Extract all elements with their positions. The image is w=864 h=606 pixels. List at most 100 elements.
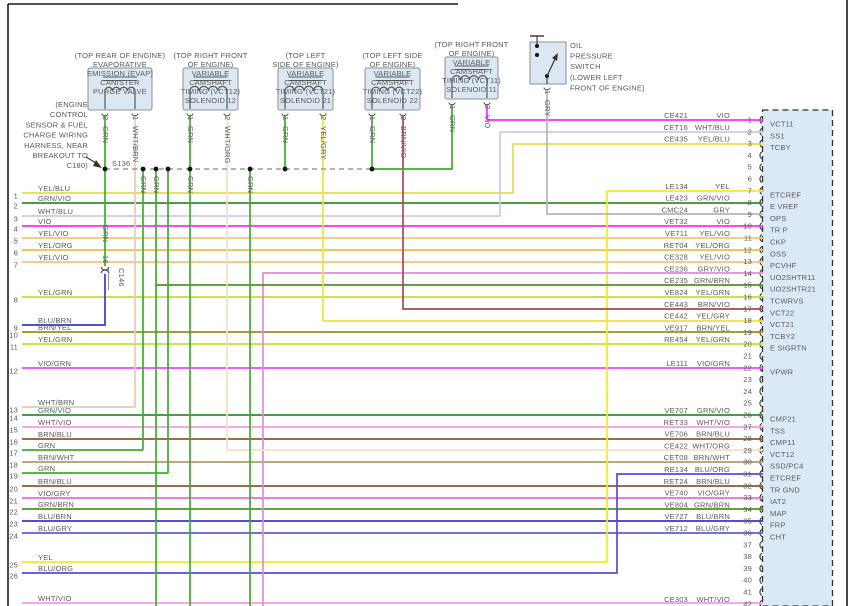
pin-number: 1 xyxy=(748,116,752,125)
left-wire-color-label: GRN xyxy=(38,464,55,473)
component-label-line: CAMSHAFT xyxy=(371,78,414,87)
circuit-id-label: RE454 xyxy=(664,335,688,344)
bus-wire-color-label: GRN xyxy=(139,176,148,193)
circuit-color-label: YEL/VIO xyxy=(699,253,730,262)
left-wire-number: 5 xyxy=(14,237,18,246)
component-label-line: VARIABLE xyxy=(374,69,412,78)
pin-hook-icon xyxy=(759,163,763,172)
component-label-line: (TOP LEFT SIDE xyxy=(362,51,422,60)
circuit-color-label: BRN/BLU xyxy=(696,430,730,439)
circuit-id-label: VE712 xyxy=(664,524,688,533)
circuit-id-label: RET33 xyxy=(664,418,688,427)
circuit-id-label: CE442 xyxy=(664,312,688,321)
signal-name-label: VCT21 xyxy=(770,320,794,329)
component-label-line: VARIABLE xyxy=(192,69,230,78)
pin-number: 14 xyxy=(743,269,752,278)
left-wire-number: 4 xyxy=(14,225,18,234)
pin-hook-icon xyxy=(759,399,763,408)
signal-name-label: MAP xyxy=(770,509,787,518)
left-wire-number: 19 xyxy=(9,472,18,481)
circuit-color-label: BRN/VIO xyxy=(698,300,730,309)
left-wire-color-label: BLU/GRY xyxy=(38,524,72,533)
harness-arrow-head xyxy=(93,160,102,168)
circuit-id-label: VE804 xyxy=(664,500,688,509)
circuit-id-label: LE423 xyxy=(665,194,688,203)
left-wire-number: 2 xyxy=(14,202,18,211)
circuit-id-label: VE824 xyxy=(664,288,688,297)
component-pin-color-label: GRN xyxy=(186,126,195,143)
harness-note-line: (ENGINE xyxy=(55,100,88,109)
pin-hook-icon xyxy=(759,175,763,183)
left-wire-color-label: BRN/BLU xyxy=(38,430,72,439)
left-wire-color-label: YEL/VIO xyxy=(38,229,69,238)
signal-name-label: E SIGRTN xyxy=(770,344,807,353)
signal-name-label: TCWRVS xyxy=(770,297,804,306)
splice-dot xyxy=(102,166,108,172)
circuit-id-label: CMC24 xyxy=(662,205,688,214)
pin-number: 5 xyxy=(748,163,752,172)
component-pin-color-label: GRN xyxy=(368,126,377,143)
pin-number: 8 xyxy=(748,198,752,207)
harness-note-line: CONTROL xyxy=(50,110,88,119)
circuit-id-label: VE740 xyxy=(664,489,688,498)
component-pin-color-label: GRN xyxy=(101,126,110,143)
circuit-id-label: CE236 xyxy=(664,264,688,273)
left-wire-number: 12 xyxy=(9,367,18,376)
splice-dot xyxy=(187,166,193,172)
switch-contact-dot xyxy=(535,44,539,48)
c146-connector-label: C146 xyxy=(117,268,126,287)
pin-number: 35 xyxy=(743,517,752,526)
signal-name-label: OSS xyxy=(770,249,786,258)
pin-number: 19 xyxy=(743,328,752,337)
pin-number: 18 xyxy=(743,316,752,325)
harness-note-line: SENSOR & FUEL xyxy=(25,120,88,129)
pin-number: 10 xyxy=(743,222,752,231)
signal-name-label: OPS xyxy=(770,214,786,223)
circuit-id-label: CET08 xyxy=(664,453,688,462)
signal-name-label: TR P xyxy=(770,226,788,235)
signal-name-label: CKP xyxy=(770,238,786,247)
splice-dot xyxy=(140,166,146,172)
component-label-line: SOLENOID 21 xyxy=(280,96,331,105)
circuit-id-label: VE706 xyxy=(664,430,688,439)
component-label-line: TIMING (VCT11) xyxy=(442,76,501,85)
signal-name-label: TSS xyxy=(770,426,785,435)
bus-wire-color-label: GRN xyxy=(186,176,195,193)
splice-dot xyxy=(369,166,375,172)
bus-wire-color-label: GRN xyxy=(101,225,110,242)
pin-number: 42 xyxy=(743,599,752,606)
component-label-line: CAMSHAFT xyxy=(450,67,493,76)
pin-number: 15 xyxy=(743,281,752,290)
component-pin-color-label: BRN/VIO xyxy=(399,126,408,158)
circuit-id-label: VE707 xyxy=(664,406,688,415)
component-label-line: EMISSION (EVAP) xyxy=(87,69,154,78)
circuit-id-label: CE328 xyxy=(664,253,688,262)
pin-number: 21 xyxy=(743,352,752,361)
circuit-color-label: VIO/GRY xyxy=(697,489,730,498)
signal-name-label: PCVHF xyxy=(770,261,797,270)
circuit-id-label: RE134 xyxy=(664,465,688,474)
splice-dot xyxy=(165,166,171,172)
pin-number: 11 xyxy=(744,234,752,243)
circuit-color-label: YEL/BLU xyxy=(698,135,730,144)
pin-number: 20 xyxy=(743,340,752,349)
signal-name-label: E VREF xyxy=(770,202,799,211)
circuit-color-label: YEL/VIO xyxy=(699,229,730,238)
pin-number: 26 xyxy=(743,411,752,420)
circuit-color-label: GRY xyxy=(713,205,730,214)
wire-grn-vct11-bus xyxy=(372,105,453,170)
component-pin-number: 1 xyxy=(368,116,377,120)
wire-gry-ops xyxy=(546,90,763,215)
signal-name-label: CMP21 xyxy=(770,415,796,424)
pin-hook-icon xyxy=(759,552,763,561)
component-pin-number: 1 xyxy=(281,116,290,120)
component-label-line: (TOP RIGHT FRONT xyxy=(173,51,247,60)
pin-number: 30 xyxy=(743,458,752,467)
component-label-line: CAMSHAFT xyxy=(189,78,232,87)
pin-number: 12 xyxy=(743,245,752,254)
circuit-color-label: YEL xyxy=(715,182,730,191)
component-pin-number: 2 xyxy=(319,116,328,120)
signal-name-label: VPWR xyxy=(770,367,794,376)
left-wire-color-label: WHT/BLU xyxy=(38,207,73,216)
left-wire-number: 23 xyxy=(9,520,18,529)
